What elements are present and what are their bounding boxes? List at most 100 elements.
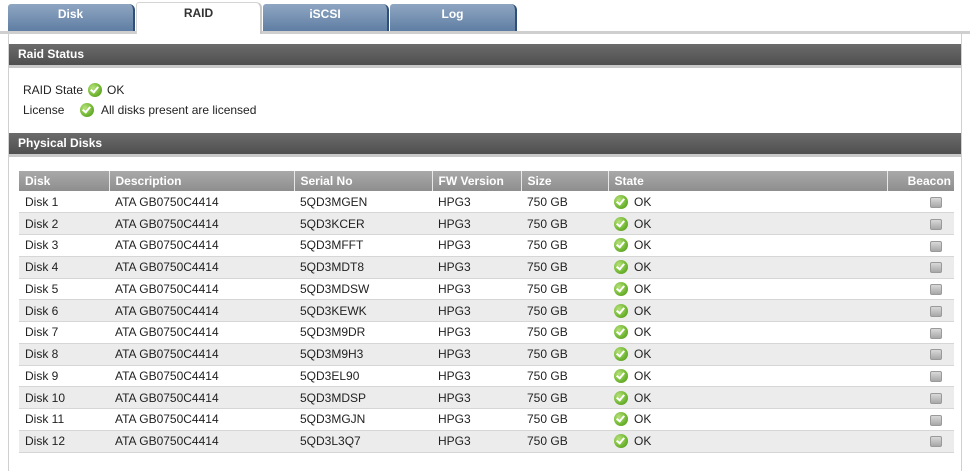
beacon-cell: [887, 365, 954, 388]
size-cell: 750 GB: [521, 278, 608, 301]
beacon-icon[interactable]: [930, 240, 942, 252]
state-cell: OK: [608, 430, 887, 453]
beacon-icon[interactable]: [930, 196, 942, 208]
beacon-icon[interactable]: [930, 436, 942, 448]
table-row[interactable]: Disk 11 ATA GB0750C4414 5QD3MGJN HPG3 750 GB…: [19, 408, 954, 431]
column-header-size[interactable]: Size: [521, 171, 609, 191]
beacon-cell: [887, 191, 954, 214]
description-cell: ATA GB0750C4414: [109, 386, 294, 409]
fw-version-cell: HPG3: [432, 191, 521, 214]
table-row[interactable]: Disk 3 ATA GB0750C4414 5QD3MFFT HPG3 750 GB O…: [19, 234, 954, 257]
description-cell: ATA GB0750C4414: [109, 234, 294, 257]
raid-state-label: RAID State: [23, 83, 84, 97]
serial-cell: 5QD3MDSW: [294, 278, 432, 301]
beacon-cell: [887, 234, 954, 257]
disk-cell: Disk 8: [19, 343, 109, 366]
column-header-fw-version[interactable]: FW Version: [432, 171, 522, 191]
state-value: OK: [634, 238, 652, 253]
description-cell: ATA GB0750C4414: [109, 321, 294, 344]
description-cell: ATA GB0750C4414: [109, 430, 294, 453]
beacon-icon[interactable]: [930, 327, 942, 339]
table-row[interactable]: Disk 4 ATA GB0750C4414 5QD3MDT8 HPG3 750 GB O…: [19, 256, 954, 279]
disk-cell: Disk 3: [19, 234, 109, 257]
disk-cell: Disk 7: [19, 321, 109, 344]
license-label: License: [23, 103, 65, 117]
size-cell: 750 GB: [521, 343, 608, 366]
table-row[interactable]: Disk 7 ATA GB0750C4414 5QD3M9DR HPG3 750 GB O…: [19, 321, 954, 344]
state-value: OK: [634, 216, 652, 231]
check-circle-icon: [614, 238, 628, 253]
tab-disk[interactable]: Disk: [8, 4, 135, 31]
check-circle-icon: [614, 194, 628, 209]
beacon-icon[interactable]: [930, 305, 942, 317]
beacon-icon[interactable]: [930, 218, 942, 230]
column-header-state[interactable]: State: [608, 171, 888, 191]
raid-panel: Raid Status RAID State OK License All di…: [8, 34, 962, 471]
fw-version-cell: HPG3: [432, 365, 521, 388]
serial-cell: 5QD3EL90: [294, 365, 432, 388]
license-value: All disks present are licensed: [101, 103, 257, 117]
state-value: OK: [634, 325, 652, 340]
table-row[interactable]: Disk 2 ATA GB0750C4414 5QD3KCER HPG3 750 GB O…: [19, 212, 954, 235]
column-header-description[interactable]: Description: [109, 171, 295, 191]
serial-cell: 5QD3M9H3: [294, 343, 432, 366]
table-row[interactable]: Disk 5 ATA GB0750C4414 5QD3MDSW HPG3 750 GB O…: [19, 278, 954, 301]
raid-state-row: RAID State OK: [23, 82, 124, 98]
tab-log[interactable]: Log: [390, 4, 517, 31]
fw-version-cell: HPG3: [432, 212, 521, 235]
column-header-disk[interactable]: Disk: [19, 171, 110, 191]
state-value: OK: [634, 390, 652, 405]
column-header-serial[interactable]: Serial No: [294, 171, 433, 191]
state-cell: OK: [608, 278, 887, 301]
fw-version-cell: HPG3: [432, 234, 521, 257]
beacon-icon[interactable]: [930, 349, 942, 361]
fw-version-cell: HPG3: [432, 256, 521, 279]
serial-cell: 5QD3MFFT: [294, 234, 432, 257]
check-circle-icon: [614, 216, 628, 231]
tab-iscsi[interactable]: iSCSI: [263, 4, 389, 31]
disk-cell: Disk 2: [19, 212, 109, 235]
beacon-cell: [887, 321, 954, 344]
tab-raid[interactable]: RAID: [136, 2, 262, 34]
beacon-cell: [887, 408, 954, 431]
column-header-beacon[interactable]: Beacon: [887, 171, 954, 191]
license-row: License All disks present are licensed: [23, 102, 256, 118]
table-row[interactable]: Disk 8 ATA GB0750C4414 5QD3M9H3 HPG3 750 GB O…: [19, 343, 954, 366]
fw-version-cell: HPG3: [432, 321, 521, 344]
state-value: OK: [634, 303, 652, 318]
description-cell: ATA GB0750C4414: [109, 278, 294, 301]
check-circle-icon: [614, 368, 628, 383]
description-cell: ATA GB0750C4414: [109, 191, 294, 214]
beacon-icon[interactable]: [930, 284, 942, 296]
serial-cell: 5QD3MDT8: [294, 256, 432, 279]
beacon-icon[interactable]: [930, 371, 942, 383]
table-row[interactable]: Disk 9 ATA GB0750C4414 5QD3EL90 HPG3 750 GB O…: [19, 365, 954, 388]
state-cell: OK: [608, 408, 887, 431]
disk-cell: Disk 6: [19, 299, 109, 322]
description-cell: ATA GB0750C4414: [109, 343, 294, 366]
physical-disks-title: Physical Disks: [18, 136, 103, 150]
serial-cell: 5QD3KEWK: [294, 299, 432, 322]
fw-version-cell: HPG3: [432, 386, 521, 409]
serial-cell: 5QD3M9DR: [294, 321, 432, 344]
beacon-icon[interactable]: [930, 392, 942, 404]
raid-status-header: Raid Status: [9, 44, 961, 68]
fw-version-cell: HPG3: [432, 278, 521, 301]
size-cell: 750 GB: [521, 386, 608, 409]
beacon-icon[interactable]: [930, 414, 942, 426]
state-cell: OK: [608, 234, 887, 257]
table-row[interactable]: Disk 12 ATA GB0750C4414 5QD3L3Q7 HPG3 750 GB…: [19, 430, 954, 453]
check-circle-icon: [614, 303, 628, 318]
disk-cell: Disk 4: [19, 256, 109, 279]
table-row[interactable]: Disk 6 ATA GB0750C4414 5QD3KEWK HPG3 750 GB O…: [19, 299, 954, 322]
table-header-row: Disk Description Serial No FW Version Si…: [19, 171, 954, 191]
table-row[interactable]: Disk 10 ATA GB0750C4414 5QD3MDSP HPG3 750 GB…: [19, 386, 954, 409]
check-circle-icon: [88, 83, 103, 97]
disk-cell: Disk 9: [19, 365, 109, 388]
state-cell: OK: [608, 299, 887, 322]
beacon-cell: [887, 256, 954, 279]
beacon-icon[interactable]: [930, 262, 942, 274]
serial-cell: 5QD3MDSP: [294, 386, 432, 409]
disk-cell: Disk 5: [19, 278, 109, 301]
table-row[interactable]: Disk 1 ATA GB0750C4414 5QD3MGEN HPG3 750 GB O…: [19, 191, 954, 214]
